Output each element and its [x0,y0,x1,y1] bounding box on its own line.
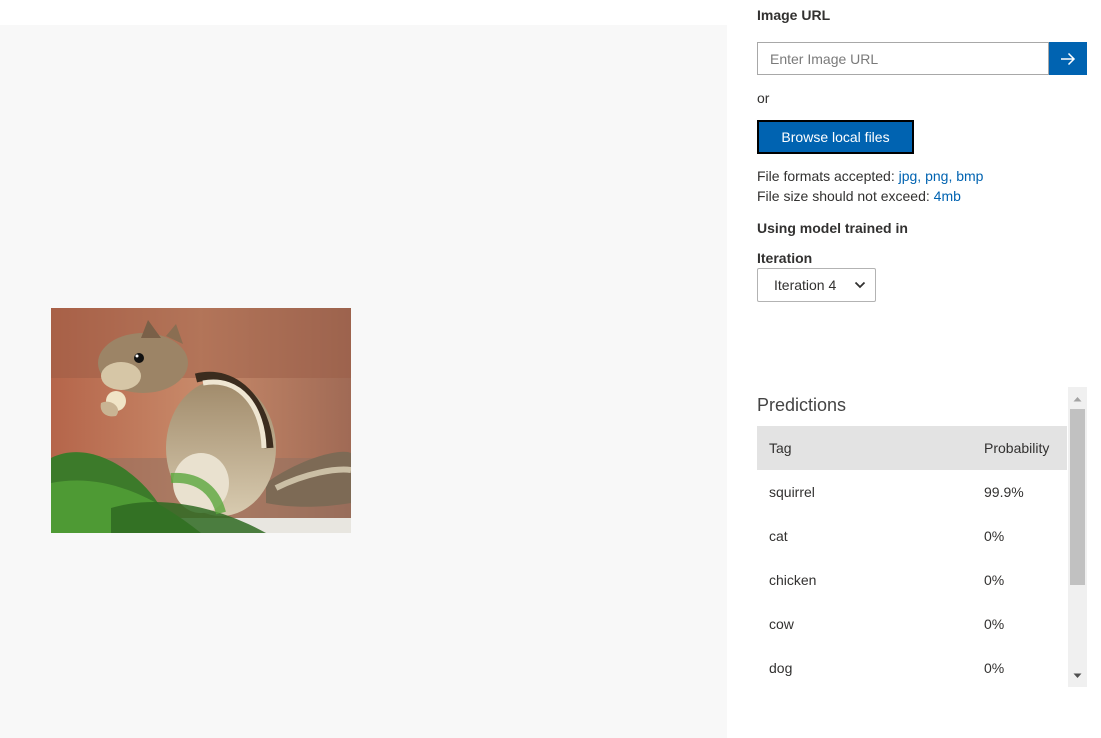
browse-local-files-button[interactable]: Browse local files [757,120,914,154]
file-formats-info: File formats accepted: jpg, png, bmp [757,168,983,184]
table-row: cow 0% [757,602,1067,646]
predictions-title: Predictions [757,395,847,415]
iteration-dropdown[interactable]: Iteration 4 [757,268,876,302]
file-size-label: File size should not exceed: [757,188,930,204]
predictions-table: Tag Probability squirrel 99.9% cat 0% ch… [757,426,1067,690]
table-header: Tag Probability [757,426,1067,470]
column-header-tag: Tag [769,440,792,456]
file-formats-label: File formats accepted: [757,168,895,184]
tag-cell: cat [769,528,788,544]
tag-cell: squirrel [769,484,815,500]
submit-url-button[interactable] [1049,42,1087,75]
column-header-probability: Probability [984,440,1050,456]
image-preview-pane [0,25,727,738]
scroll-up-arrow-icon[interactable] [1068,390,1087,407]
file-size-link[interactable]: 4mb [934,188,961,204]
probability-cell: 0% [984,616,1005,632]
file-formats-link[interactable]: jpg, png, bmp [899,168,984,184]
probability-cell: 99.9% [984,484,1024,500]
predictions-panel: Predictions Tag Probability squirrel 99.… [757,387,1088,687]
table-row: cat 0% [757,514,1067,558]
tag-cell: dog [769,660,793,676]
chevron-down-icon [854,281,866,289]
or-separator: or [757,90,770,106]
probability-cell: 0% [984,660,1005,676]
table-row: squirrel 99.9% [757,470,1067,514]
arrow-right-icon [1061,52,1076,65]
table-row: chicken 0% [757,558,1067,602]
tag-cell: chicken [769,572,817,588]
iteration-selected-value: Iteration 4 [774,277,837,293]
iteration-label: Iteration [757,250,813,266]
image-url-input[interactable] [757,42,1049,75]
file-size-info: File size should not exceed: 4mb [757,188,961,204]
probability-cell: 0% [984,528,1005,544]
scroll-down-arrow-icon[interactable] [1068,667,1087,684]
tag-cell: cow [769,616,794,632]
image-url-label: Image URL [757,7,831,23]
model-label: Using model trained in [757,220,908,236]
predictions-scrollbar[interactable] [1068,387,1087,687]
squirrel-photo [51,308,351,533]
table-row: dog 0% [757,646,1067,690]
probability-cell: 0% [984,572,1005,588]
scrollbar-thumb[interactable] [1070,409,1085,585]
